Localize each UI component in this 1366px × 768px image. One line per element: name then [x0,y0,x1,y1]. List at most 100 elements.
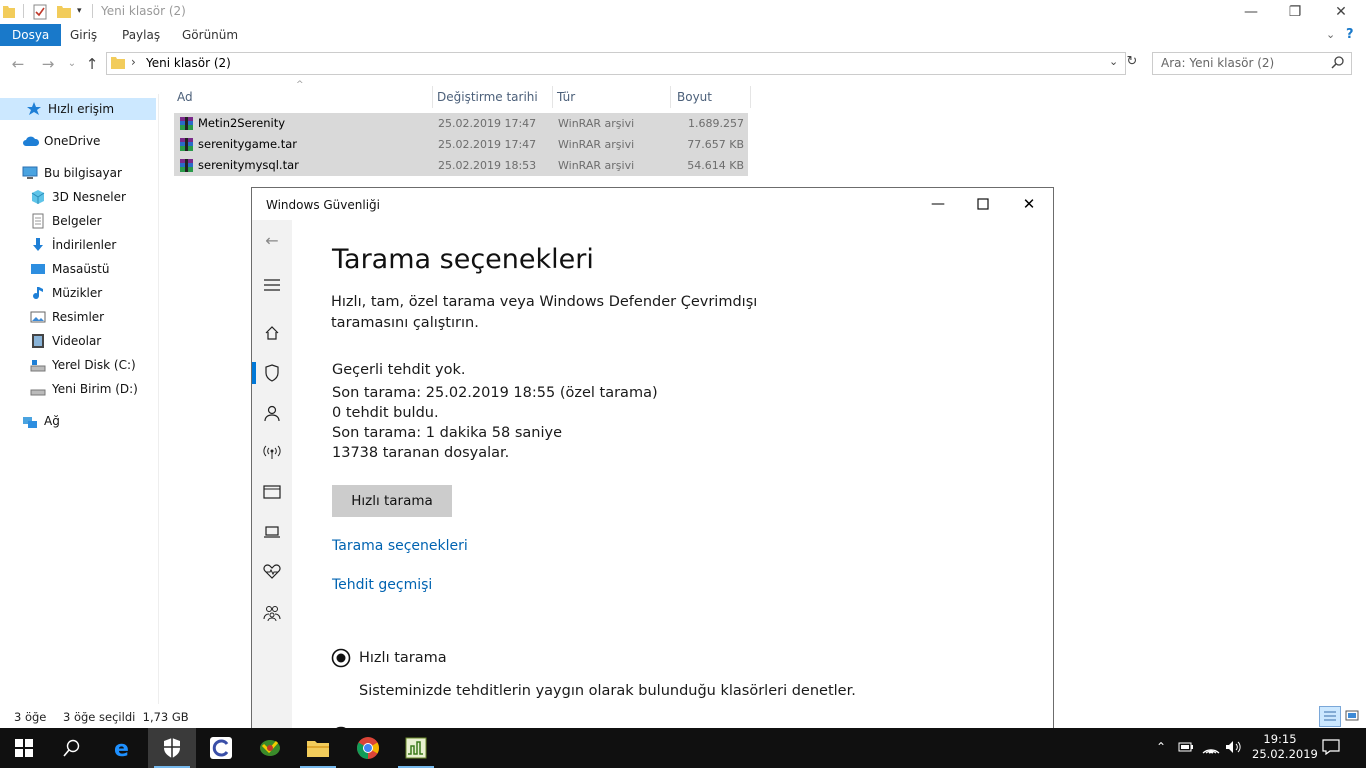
action-center-icon[interactable] [1322,739,1340,758]
family-icon[interactable] [252,601,292,625]
sidebar-item-quick-access[interactable]: Hızlı erişim [0,98,156,120]
forward-button[interactable]: → [38,54,58,74]
music-icon [30,285,46,301]
browser-icon[interactable] [252,480,292,504]
tab-gorunum[interactable]: Görünüm [170,24,250,46]
file-row[interactable]: serenitymysql.tar 25.02.2019 18:53 WinRA… [174,155,748,176]
file-name: serenitygame.tar [198,137,297,151]
search-icon [1331,55,1345,72]
clock[interactable]: 19:15 25.02.2019 [1252,732,1318,762]
help-icon[interactable]: ? [1346,27,1354,42]
back-arrow-icon[interactable]: ← [252,228,292,252]
back-button[interactable]: ← [8,54,28,74]
heart-health-icon[interactable] [252,560,292,584]
sidebar-item-desktop[interactable]: Masaüstü [0,258,158,280]
search-input[interactable]: Ara: Yeni klasör (2) [1152,52,1352,75]
task-manager-taskbar-button[interactable] [392,728,440,768]
volume-icon[interactable] [1225,740,1243,757]
app-c-icon [210,737,232,759]
sidebar-item-new-volume-d[interactable]: Yeni Birim (D:) [0,378,158,400]
sidebar-item-label: Belgeler [52,214,102,228]
tab-dosya[interactable]: Dosya [0,24,62,46]
file-explorer-taskbar-button[interactable] [294,728,342,768]
person-icon[interactable] [252,401,292,425]
star-icon [26,101,42,117]
wifi-icon[interactable] [1202,740,1220,757]
customize-quick-access-icon[interactable]: ▾ [77,6,82,16]
close-button[interactable]: ✕ [1318,0,1364,24]
refresh-icon[interactable]: ↻ [1124,54,1140,74]
file-type: WinRAR arşivi [558,117,635,130]
app-taskbar-button[interactable] [197,728,245,768]
sidebar-item-3d-objects[interactable]: 3D Nesneler [0,186,158,208]
last-scan: Son tarama: 25.02.2019 18:55 (özel taram… [332,385,658,401]
wireless-icon[interactable] [252,440,292,464]
file-row[interactable]: Metin2Serenity 25.02.2019 17:47 WinRAR a… [174,113,748,151]
laptop-icon[interactable] [252,520,292,544]
maximize-button[interactable] [971,192,995,216]
search-button[interactable] [48,728,96,768]
chevron-down-icon[interactable]: ⌄ [1109,55,1118,68]
sidebar-item-videos[interactable]: Videolar [0,330,158,352]
new-folder-icon[interactable] [57,4,71,18]
chart-app-icon [405,737,427,759]
address-bar[interactable]: › Yeni klasör (2) ⌄ [106,52,1126,75]
quick-scan-radio-label: Hızlı tarama [359,650,447,666]
quick-scan-description: Sisteminizde tehditlerin yaygın olarak b… [359,683,856,699]
search-placeholder: Ara: Yeni klasör (2) [1161,56,1275,70]
sidebar-item-this-pc[interactable]: Bu bilgisayar [0,162,158,184]
threats-found: 0 tehdit buldu. [332,405,439,421]
show-hidden-icons-chevron-icon[interactable]: ⌃ [1156,740,1166,754]
threat-history-link[interactable]: Tehdit geçmişi [332,577,432,593]
column-header-type[interactable]: Tür [553,86,671,108]
column-header-date[interactable]: Değiştirme tarihi [433,86,553,108]
sidebar-item-documents[interactable]: Belgeler [0,210,158,232]
scan-duration: Son tarama: 1 dakika 58 saniye [332,425,563,441]
column-header-size[interactable]: Boyut [673,86,751,108]
clock-time: 19:15 [1263,732,1297,746]
recent-locations-button[interactable]: ⌄ [62,54,82,74]
chevron-down-icon[interactable]: ⌄ [1326,28,1335,41]
sidebar-item-pictures[interactable]: Resimler [0,306,158,328]
sidebar-item-local-disk-c[interactable]: Yerel Disk (C:) [0,354,158,376]
maximize-button[interactable]: ❐ [1272,0,1318,24]
sidebar-item-label: OneDrive [44,134,101,148]
file-row[interactable]: serenitygame.tar 25.02.2019 17:47 WinRAR… [174,134,748,155]
folder-icon [307,741,329,757]
sidebar-item-downloads[interactable]: İndirilenler [0,234,158,256]
scan-options-link[interactable]: Tarama seçenekleri [332,538,468,554]
sidebar-item-network[interactable]: Ağ [0,410,158,432]
winrar-archive-icon [179,116,194,134]
close-button[interactable]: ✕ [1017,192,1041,216]
network-app-taskbar-button[interactable] [246,728,294,768]
start-button[interactable] [0,728,48,768]
tab-paylas[interactable]: Paylaş [110,24,172,46]
properties-icon[interactable] [33,4,47,20]
files-scanned: 13738 taranan dosyalar. [332,445,510,461]
video-icon [30,333,46,349]
details-view-button[interactable] [1319,706,1341,727]
drive-icon [30,357,46,373]
edge-browser-button[interactable]: e [99,728,147,768]
tab-giris[interactable]: Giriş [58,24,109,46]
shield-icon[interactable] [252,361,292,385]
windows-security-taskbar-button[interactable] [148,728,196,768]
hamburger-menu-icon[interactable] [252,273,292,297]
shield-icon [164,738,180,758]
home-icon[interactable] [252,321,292,345]
up-button[interactable]: ↑ [82,54,102,74]
quick-scan-button[interactable]: Hızlı tarama [332,485,452,517]
download-icon [30,237,46,253]
page-description: Hızlı, tam, özel tarama veya Windows Def… [331,294,758,331]
sidebar-item-onedrive[interactable]: OneDrive [0,130,158,152]
column-header-name[interactable]: Ad [173,86,433,108]
battery-icon[interactable] [1178,741,1194,756]
chrome-taskbar-button[interactable] [344,728,392,768]
minimize-button[interactable]: — [1228,0,1274,24]
breadcrumb[interactable]: Yeni klasör (2) [146,56,231,70]
large-icons-view-button[interactable] [1343,707,1361,725]
search-icon [63,739,80,757]
sidebar-item-music[interactable]: Müzikler [0,282,158,304]
minimize-button[interactable]: — [926,192,950,216]
quick-scan-radio[interactable] [331,648,351,668]
